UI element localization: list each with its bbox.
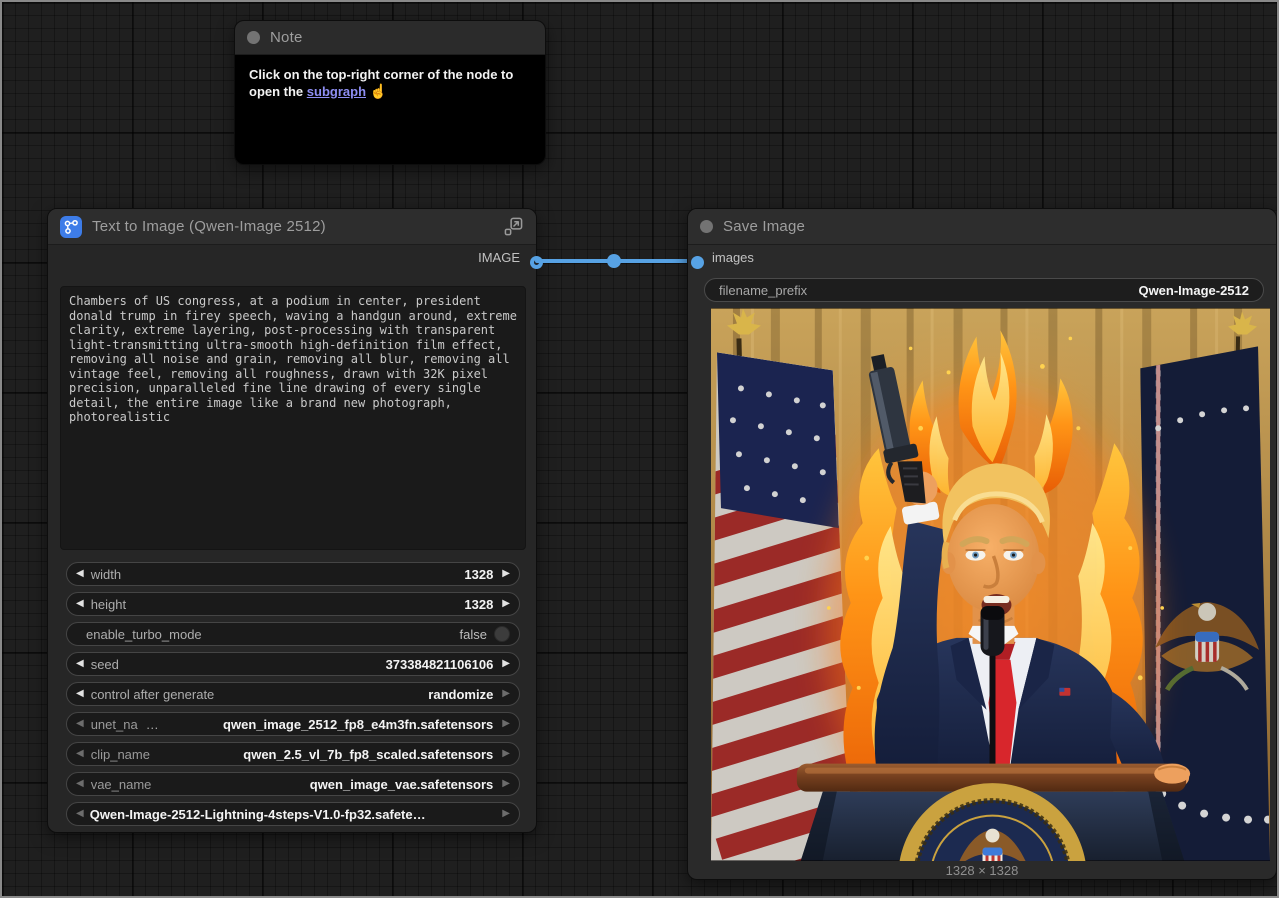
decrement-arrow-icon[interactable] (76, 599, 84, 609)
widget-height[interactable]: height 1328 (66, 592, 520, 616)
preview-illustration (711, 308, 1270, 861)
widget-label: enable_turbo_mode (86, 627, 202, 642)
increment-arrow-icon[interactable] (502, 659, 510, 669)
node-graph-canvas[interactable]: Note Click on the top-right corner of th… (0, 0, 1279, 898)
widget-control-after-generate[interactable]: control after generate randomize (66, 682, 520, 706)
widget-value: qwen_image_vae.safetensors (151, 777, 493, 792)
widget-label: height (91, 597, 126, 612)
widget-width[interactable]: width 1328 (66, 562, 520, 586)
widget-value: false (202, 627, 487, 642)
next-option-arrow-icon[interactable] (502, 809, 510, 819)
widget-lora-name[interactable]: Qwen-Image-2512-Lightning-4steps-V1.0-fp… (66, 802, 520, 826)
text-to-image-node[interactable]: Text to Image (Qwen-Image 2512) IMAGE Ch… (47, 208, 537, 833)
prev-option-arrow-icon[interactable] (76, 719, 84, 729)
generated-image-preview[interactable] (711, 308, 1270, 861)
collapse-dot-icon[interactable] (247, 31, 260, 44)
increment-arrow-icon[interactable] (502, 569, 510, 579)
next-option-arrow-icon[interactable] (502, 689, 510, 699)
image-size-caption: 1328 × 1328 (688, 861, 1276, 881)
toggle-knob[interactable] (494, 626, 510, 642)
decrement-arrow-icon[interactable] (76, 569, 84, 579)
widget-value: Qwen-Image-2512-Lightning-4steps-V1.0-fp… (90, 807, 494, 822)
widget-vae-name[interactable]: vae_name qwen_image_vae.safetensors (66, 772, 520, 796)
open-subgraph-button[interactable] (502, 216, 524, 238)
podium (797, 764, 1190, 861)
image-output-label: IMAGE (478, 250, 520, 265)
note-node[interactable]: Note Click on the top-right corner of th… (234, 20, 546, 165)
widget-label: vae_name (91, 777, 152, 792)
save-image-node-header[interactable]: Save Image (688, 209, 1276, 245)
widget-unet-name[interactable]: unet_na … qwen_image_2512_fp8_e4m3fn.saf… (66, 712, 520, 736)
next-option-arrow-icon[interactable] (502, 719, 510, 729)
widget-value: 1328 (126, 597, 493, 612)
widget-label: clip_name (91, 747, 150, 762)
next-option-arrow-icon[interactable] (502, 749, 510, 759)
widget-value: qwen_2.5_vl_7b_fp8_scaled.safetensors (150, 747, 493, 762)
prompt-textarea[interactable]: Chambers of US congress, at a podium in … (60, 286, 526, 550)
widget-label: width (91, 567, 121, 582)
collapse-dot-icon[interactable] (700, 220, 713, 233)
widget-label: control after generate (91, 687, 215, 702)
widget-clip-name[interactable]: clip_name qwen_2.5_vl_7b_fp8_scaled.safe… (66, 742, 520, 766)
widget-value: randomize (214, 687, 493, 702)
widget-enable-turbo-mode[interactable]: enable_turbo_mode false (66, 622, 520, 646)
subgraph-icon (60, 216, 82, 238)
save-image-node[interactable]: Save Image images filename_prefix Qwen-I… (687, 208, 1277, 880)
images-input-port[interactable] (691, 256, 704, 269)
save-image-node-title: Save Image (723, 218, 1264, 235)
widget-value: 373384821106106 (119, 657, 493, 672)
widget-value: Qwen-Image-2512 (807, 283, 1249, 298)
note-node-title: Note (270, 29, 533, 46)
increment-arrow-icon[interactable] (502, 599, 510, 609)
widget-seed[interactable]: seed 373384821106106 (66, 652, 520, 676)
subgraph-link[interactable]: subgraph (307, 84, 366, 99)
prev-option-arrow-icon[interactable] (76, 809, 84, 819)
label-truncation-dots: … (146, 717, 159, 732)
note-body-text: Click on the top-right corner of the nod… (235, 55, 545, 112)
pointing-up-icon: ☝ (370, 83, 387, 99)
widget-label: unet_na (91, 717, 138, 732)
prev-option-arrow-icon[interactable] (76, 689, 84, 699)
text-to-image-node-title: Text to Image (Qwen-Image 2512) (92, 218, 492, 235)
widget-label: filename_prefix (719, 283, 807, 298)
widget-filename-prefix[interactable]: filename_prefix Qwen-Image-2512 (704, 278, 1264, 302)
next-option-arrow-icon[interactable] (502, 779, 510, 789)
widget-value: qwen_image_2512_fp8_e4m3fn.safetensors (159, 717, 494, 732)
note-node-header[interactable]: Note (235, 21, 545, 55)
text-to-image-node-header[interactable]: Text to Image (Qwen-Image 2512) (48, 209, 536, 245)
prev-option-arrow-icon[interactable] (76, 779, 84, 789)
images-input-label: images (712, 250, 754, 265)
widget-value: 1328 (121, 567, 493, 582)
prev-option-arrow-icon[interactable] (76, 749, 84, 759)
widget-label: seed (91, 657, 119, 672)
decrement-arrow-icon[interactable] (76, 659, 84, 669)
link-midpoint-dot[interactable] (607, 254, 621, 268)
